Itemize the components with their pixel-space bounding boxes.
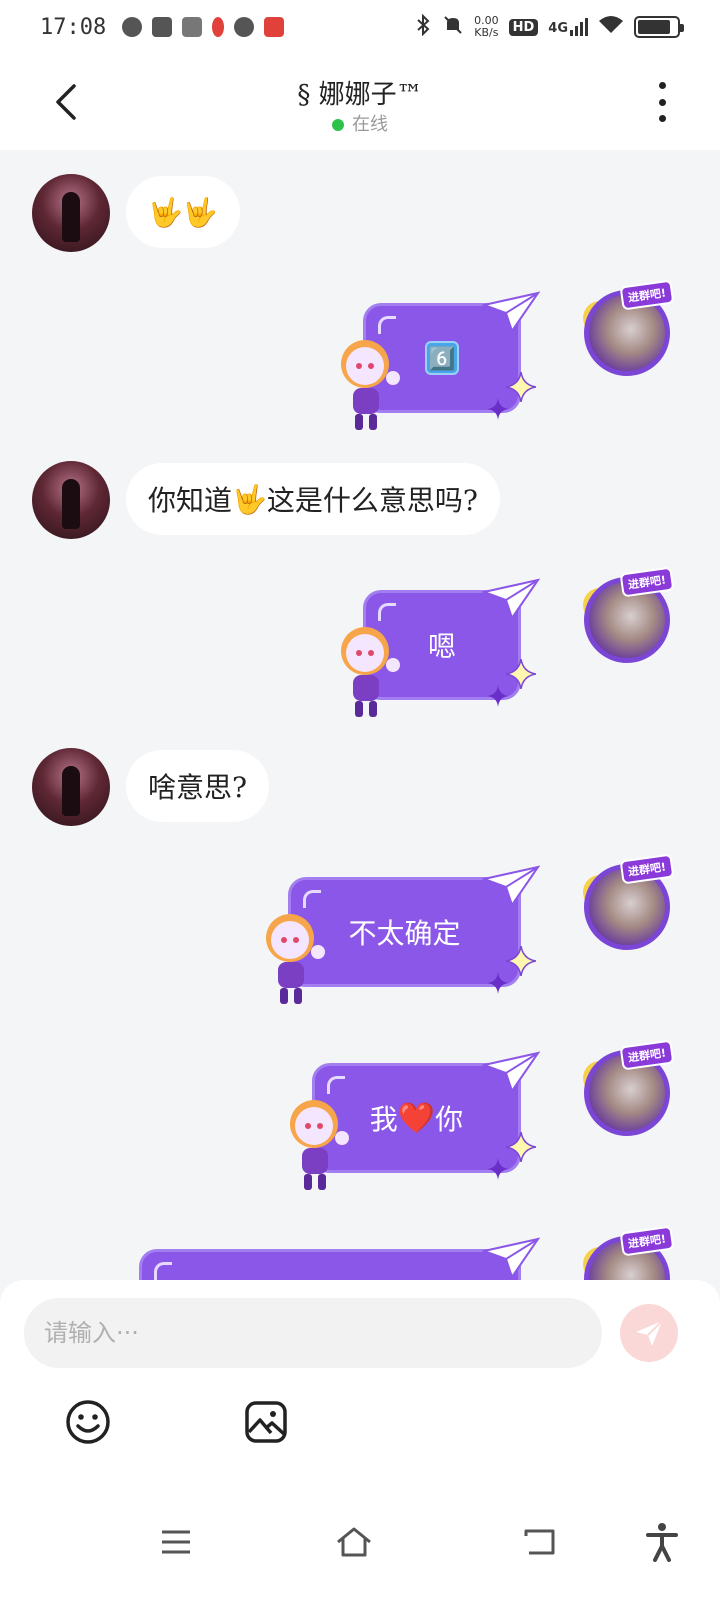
chat-bubble-icon: [234, 17, 255, 37]
contact-avatar[interactable]: [32, 174, 110, 252]
bubble-decoration: [303, 890, 321, 908]
message-bubble-incoming[interactable]: 你知道 🤟 这是什么意思吗?: [126, 463, 500, 535]
system-nav-bar: [0, 1500, 720, 1600]
status-time: 17:08: [40, 14, 107, 40]
sparkle-icon: [487, 1158, 509, 1180]
location-pin-icon: [212, 17, 225, 37]
bubble-decoration: [154, 1262, 172, 1280]
status-icons-left: [122, 17, 285, 37]
net-speed-unit: KB/s: [474, 26, 499, 39]
status-icons-right: 0.00 KB/s HD 4G: [414, 13, 684, 40]
message-input[interactable]: [24, 1298, 602, 1368]
image-icon: [245, 1401, 287, 1443]
bubble-decoration: [378, 316, 396, 334]
more-options-button[interactable]: [652, 82, 672, 122]
send-button[interactable]: [620, 1304, 678, 1362]
message-text: 嗯: [427, 630, 456, 663]
message-text: 我: [369, 1103, 398, 1136]
gear-icon: [122, 17, 143, 37]
dot: [658, 115, 666, 122]
sparkle-icon: [506, 1132, 536, 1162]
wifi-icon: [598, 15, 624, 39]
message-bubble-incoming[interactable]: 啥意思?: [126, 750, 270, 822]
sparkle-icon: [506, 372, 536, 402]
image-button[interactable]: [242, 1398, 290, 1446]
document-icon: [182, 17, 203, 37]
menu-icon: [162, 1530, 190, 1554]
avatar-badge: 进群吧!: [619, 853, 675, 885]
online-status-text: 在线: [352, 114, 388, 135]
paper-plane-icon: [482, 291, 540, 334]
signal-bars: [570, 18, 588, 36]
bluetooth-icon: [414, 13, 432, 40]
message-bubble-incoming[interactable]: 🤟🤟: [126, 176, 240, 248]
message-text: 🤟🤟: [148, 195, 218, 229]
app-badge-icon: [264, 17, 285, 37]
my-avatar[interactable]: 进群吧!: [583, 279, 675, 376]
message-emoji: 🤟: [232, 482, 267, 516]
home-icon: [337, 1527, 371, 1557]
message-text: 你知道: [148, 484, 233, 517]
bubble-decoration: [327, 1076, 345, 1094]
mute-icon: [442, 14, 464, 40]
avatar-badge: 进群吧!: [619, 1039, 675, 1071]
contact-avatar[interactable]: [32, 461, 110, 539]
paper-plane-icon: [482, 578, 540, 621]
message-bubble-outgoing[interactable]: [139, 1249, 521, 1280]
message-text: 啥意思?: [148, 771, 248, 804]
avatar-badge: 进群吧!: [619, 1225, 675, 1257]
my-avatar[interactable]: 进群吧!: [583, 1039, 675, 1136]
message-text: 不太确定: [348, 917, 461, 950]
battery-fill: [638, 20, 671, 34]
my-avatar[interactable]: 进群吧!: [583, 853, 675, 950]
status-bar: 17:08 0.00 KB/s HD 4G: [0, 0, 720, 54]
dot: [658, 82, 666, 89]
home-button[interactable]: [334, 1522, 374, 1562]
contact-name: § 娜娜子™: [297, 80, 423, 110]
emoji-icon: [66, 1400, 110, 1444]
play-icon: [152, 17, 173, 37]
online-status: 在线: [0, 110, 720, 136]
my-avatar[interactable]: 进群吧!: [583, 566, 675, 663]
my-avatar[interactable]: 进群吧!: [583, 1225, 675, 1280]
network-type: 4G: [548, 21, 568, 36]
astronaut-mascot-icon: [341, 627, 400, 717]
message-text: 你: [435, 1103, 464, 1136]
sparkle-icon: [487, 398, 509, 420]
back-nav-icon: [524, 1529, 555, 1555]
bubble-decoration: [378, 603, 396, 621]
paper-plane-icon: [482, 865, 540, 908]
online-dot-icon: [332, 119, 344, 131]
accessibility-button[interactable]: [642, 1522, 682, 1562]
chat-header: § 娜娜子™ 在线: [0, 54, 720, 150]
accessibility-icon: [646, 1523, 678, 1562]
astronaut-mascot-icon: [266, 914, 325, 1004]
signal-icon: 4G: [548, 18, 588, 36]
battery-icon: [634, 16, 684, 38]
hd-badge: HD: [508, 18, 539, 36]
message-text: 6️⃣: [425, 341, 459, 375]
sparkle-icon: [506, 659, 536, 689]
paper-plane-icon: [482, 1237, 540, 1280]
send-icon: [636, 1320, 663, 1346]
back-nav-button[interactable]: [520, 1522, 560, 1562]
composer-panel: [0, 1280, 720, 1500]
astronaut-mascot-icon: [341, 340, 400, 430]
message-list[interactable]: 🤟🤟 进群吧! 6️⃣ 你知道 🤟 这是什么意思吗? 进群吧! 嗯 啥意思? 进…: [0, 150, 720, 1280]
sparkle-icon: [487, 972, 509, 994]
contact-avatar[interactable]: [32, 748, 110, 826]
dot: [658, 98, 666, 106]
sparkle-icon: [506, 946, 536, 976]
astronaut-mascot-icon: [290, 1100, 349, 1190]
net-speed: 0.00 KB/s: [474, 15, 499, 39]
emoji-button[interactable]: [64, 1398, 112, 1446]
sparkle-icon: [487, 685, 509, 707]
paper-plane-icon: [482, 1051, 540, 1094]
message-text: 这是什么意思吗?: [266, 484, 478, 517]
avatar-badge: 进群吧!: [619, 279, 675, 311]
menu-button[interactable]: [156, 1522, 196, 1562]
avatar-badge: 进群吧!: [619, 566, 675, 598]
message-emoji: ❤️: [397, 1100, 436, 1136]
